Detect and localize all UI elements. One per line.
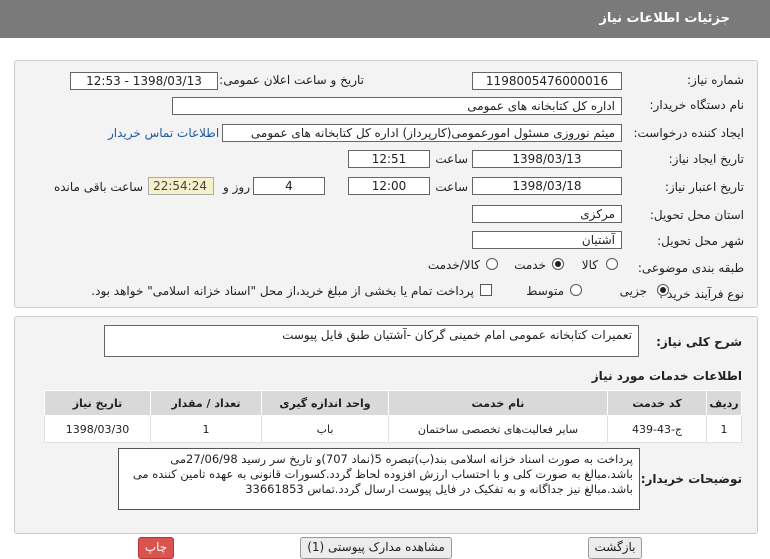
services-header-row: ردیف کد خدمت نام خدمت واحد اندازه گیری ت… xyxy=(44,390,742,416)
col-unit: واحد اندازه گیری xyxy=(261,390,389,416)
days-label: روز و xyxy=(223,180,250,194)
validity-label: تاریخ اعتبار نیاز: xyxy=(664,180,744,194)
process-minor-label: جزیی xyxy=(619,284,647,298)
category-service-label: خدمت xyxy=(514,258,546,272)
services-title: اطلاعات خدمات مورد نیاز xyxy=(591,369,742,383)
table-row: 1 ج-43-439 سایر فعالیت‌های تخصصی ساختمان… xyxy=(44,415,742,443)
city-field: آشتیان xyxy=(472,231,622,249)
created-date-field: 1398/03/13 xyxy=(472,150,622,168)
buyer-field: اداره کل کتابخانه های عمومی xyxy=(172,97,622,115)
category-goods-radio[interactable] xyxy=(606,258,618,270)
remaining-time-field: 22:54:24 xyxy=(148,177,214,195)
services-table: ردیف کد خدمت نام خدمت واحد اندازه گیری ت… xyxy=(44,390,742,443)
col-row: ردیف xyxy=(706,390,742,416)
print-button[interactable]: چاپ xyxy=(138,537,174,559)
back-button[interactable]: بازگشت xyxy=(588,537,642,559)
col-service-code: کد خدمت xyxy=(607,390,707,416)
requester-label: ایجاد کننده درخواست: xyxy=(633,126,744,140)
page-title: جزئیات اطلاعات نیاز xyxy=(599,11,730,26)
cell-row: 1 xyxy=(706,415,742,443)
province-label: استان محل تحویل: xyxy=(649,208,744,222)
treasury-payment-checkbox[interactable] xyxy=(480,284,492,296)
cell-service-name: سایر فعالیت‌های تخصصی ساختمان xyxy=(388,415,608,443)
buyer-label: نام دستگاه خریدار: xyxy=(649,98,745,112)
view-attachments-button[interactable]: مشاهده مدارک پیوستی (1) xyxy=(300,537,452,559)
buyer-notes-field: پرداخت به صورت اسناد خزانه اسلامی بند(ب)… xyxy=(118,448,640,510)
cell-quantity: 1 xyxy=(150,415,262,443)
validity-time-field: 12:00 xyxy=(348,177,430,195)
created-time-field: 12:51 xyxy=(348,150,430,168)
days-field: 4 xyxy=(253,177,325,195)
need-number-label: شماره نیاز: xyxy=(687,73,744,87)
process-medium-label: متوسط xyxy=(526,284,564,298)
process-medium-radio[interactable] xyxy=(570,284,582,296)
remaining-label: ساعت باقی مانده xyxy=(53,180,143,194)
validity-date-field: 1398/03/18 xyxy=(472,177,622,195)
city-label: شهر محل تحویل: xyxy=(657,234,744,248)
summary-label: شرح کلی نیاز: xyxy=(656,335,742,349)
announce-field: 1398/03/13 - 12:53 xyxy=(70,72,218,90)
process-label: نوع فرآیند خرید : xyxy=(659,287,744,301)
category-goods-label: کالا xyxy=(581,258,598,272)
cell-service-code: ج-43-439 xyxy=(607,415,707,443)
category-goods-service-label: کالا/خدمت xyxy=(427,258,480,272)
category-goods-service-radio[interactable] xyxy=(486,258,498,270)
summary-field: تعمیرات کتابخانه عمومی امام خمینی گرکان … xyxy=(104,325,639,357)
province-field: مرکزی xyxy=(472,205,622,223)
category-label: طبقه بندی موضوعی: xyxy=(637,261,744,275)
contact-buyer-link[interactable]: اطلاعات تماس خریدار xyxy=(108,126,219,140)
validity-time-label: ساعت xyxy=(435,180,468,194)
announce-label: تاریخ و ساعت اعلان عمومی: xyxy=(219,73,364,87)
col-quantity: تعداد / مقدار xyxy=(150,390,262,416)
process-minor-radio[interactable] xyxy=(657,284,669,296)
treasury-payment-note: پرداخت تمام یا بخشی از مبلغ خرید،از محل … xyxy=(91,284,474,298)
category-service-radio[interactable] xyxy=(552,258,564,270)
created-time-label: ساعت xyxy=(435,152,468,166)
created-date-label: تاریخ ایجاد نیاز: xyxy=(668,152,744,166)
requester-field: میثم نوروزی مسئول امورعمومی(کارپرداز) اد… xyxy=(222,124,622,142)
cell-need-date: 1398/03/30 xyxy=(44,415,151,443)
col-service-name: نام خدمت xyxy=(388,390,608,416)
buyer-notes-label: توضیحات خریدار: xyxy=(640,472,742,486)
col-need-date: تاریخ نیاز xyxy=(44,390,151,416)
need-number-field: 1198005476000016 xyxy=(472,72,622,90)
cell-unit: باب xyxy=(261,415,389,443)
page-header: جزئیات اطلاعات نیاز xyxy=(0,0,770,38)
